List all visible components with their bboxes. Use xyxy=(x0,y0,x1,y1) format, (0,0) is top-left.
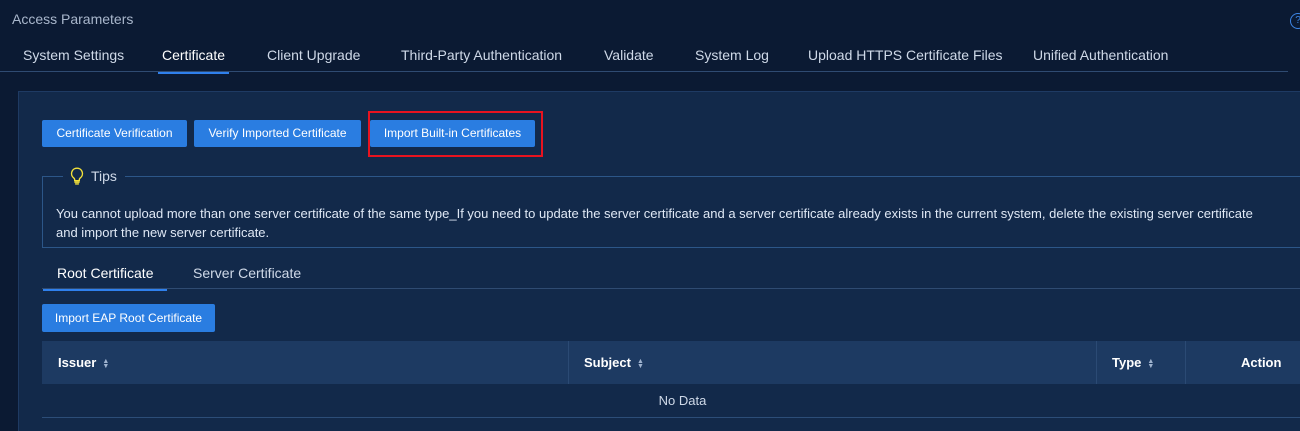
table-header: Issuer ▲ ▼ Subject ▲ ▼ Type ▲ ▼ Action xyxy=(42,341,1300,384)
tab-unified-authentication[interactable]: Unified Authentication xyxy=(1033,47,1168,63)
lightbulb-icon xyxy=(69,167,85,185)
sort-icon[interactable]: ▲ ▼ xyxy=(102,358,109,370)
column-divider xyxy=(1185,341,1186,384)
column-header-action: Action xyxy=(1241,341,1281,384)
column-divider xyxy=(568,341,569,384)
tab-certificate[interactable]: Certificate xyxy=(157,47,230,74)
verify-imported-certificate-button[interactable]: Verify Imported Certificate xyxy=(194,120,361,147)
tab-root-certificate[interactable]: Root Certificate xyxy=(42,265,169,291)
tab-system-settings[interactable]: System Settings xyxy=(23,47,124,63)
certificate-panel: Certificate Verification Verify Imported… xyxy=(18,91,1300,431)
main-tab-bar: System Settings Certificate Client Upgra… xyxy=(0,44,1288,74)
column-label: Subject xyxy=(584,355,631,370)
column-label: Action xyxy=(1241,355,1282,370)
page-title: Access Parameters xyxy=(12,11,134,27)
sort-icon[interactable]: ▲ ▼ xyxy=(637,358,644,370)
tips-title: Tips xyxy=(91,168,117,184)
column-label: Issuer xyxy=(58,355,97,370)
column-label: Type xyxy=(1112,355,1142,370)
import-eap-root-certificate-button[interactable]: Import EAP Root Certificate xyxy=(42,304,215,332)
tab-upload-https-certificate-files[interactable]: Upload HTTPS Certificate Files xyxy=(808,47,1003,63)
import-built-in-certificates-button[interactable]: Import Built-in Certificates xyxy=(370,120,535,147)
column-divider xyxy=(1096,341,1097,384)
tips-text: You cannot upload more than one server c… xyxy=(56,206,1253,240)
certificate-type-tabs: Root Certificate Server Certificate xyxy=(42,260,1300,291)
tab-third-party-authentication[interactable]: Third-Party Authentication xyxy=(401,47,562,63)
tab-system-log[interactable]: System Log xyxy=(695,47,769,63)
tips-legend: Tips xyxy=(63,167,125,185)
certificate-table: Issuer ▲ ▼ Subject ▲ ▼ Type ▲ ▼ Action No Data xyxy=(42,341,1300,418)
certificate-verification-button[interactable]: Certificate Verification xyxy=(42,120,187,147)
column-header-issuer[interactable]: Issuer ▲ ▼ xyxy=(58,341,109,384)
tab-server-certificate[interactable]: Server Certificate xyxy=(193,265,301,281)
help-icon[interactable]: ? xyxy=(1290,13,1300,29)
column-header-subject[interactable]: Subject ▲ ▼ xyxy=(584,341,644,384)
column-header-type[interactable]: Type ▲ ▼ xyxy=(1112,341,1154,384)
empty-state-text: No Data xyxy=(658,393,707,408)
table-body: No Data xyxy=(42,384,1300,418)
tips-box: Tips You cannot upload more than one ser… xyxy=(42,167,1300,248)
tab-client-upgrade[interactable]: Client Upgrade xyxy=(267,47,360,63)
tab-validate[interactable]: Validate xyxy=(604,47,654,63)
sort-icon[interactable]: ▲ ▼ xyxy=(1147,358,1154,370)
